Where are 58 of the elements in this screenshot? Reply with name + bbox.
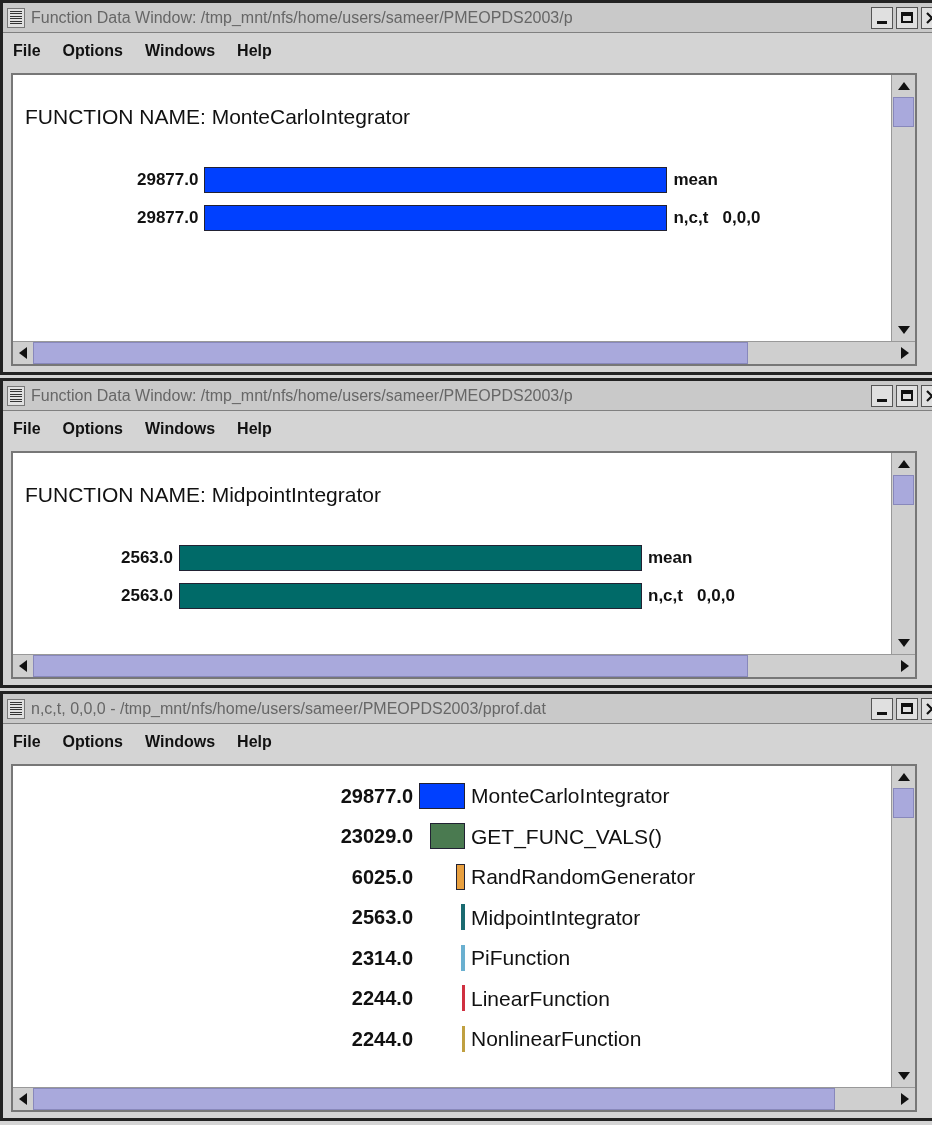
menu-item[interactable]: Options: [62, 417, 123, 441]
function-label: LinearFunction: [471, 985, 611, 1012]
vertical-scrollbar[interactable]: [891, 75, 915, 341]
menu-item[interactable]: Help: [237, 39, 272, 63]
function-label: MonteCarloIntegrator: [471, 783, 671, 809]
window-title: Function Data Window: /tmp_mnt/nfs/home/users/sameer/PMEOPDS2003/p: [31, 7, 574, 28]
value-label: 2244.0: [350, 986, 413, 1012]
value-label: 6025.0: [350, 864, 413, 890]
function-name: FUNCTION NAME: MonteCarloIntegrator: [25, 104, 412, 130]
maximize-button[interactable]: [896, 384, 918, 407]
minimize-button[interactable]: [871, 697, 893, 720]
function-label: RandRandomGenerator: [471, 864, 696, 890]
value-label: 2244.0: [350, 1026, 413, 1052]
maximize-button[interactable]: [896, 6, 918, 29]
bar-label: n,c,t 0,0,0: [648, 584, 735, 607]
menu-item[interactable]: Windows: [145, 417, 216, 441]
vertical-scrollbar[interactable]: [891, 453, 915, 654]
value-label: 29877.0: [137, 168, 199, 191]
scroll-thumb[interactable]: [33, 342, 749, 364]
function-name: FUNCTION NAME: MidpointIntegrator: [25, 482, 382, 508]
scroll-thumb[interactable]: [893, 788, 914, 818]
menu-item[interactable]: Help: [237, 730, 272, 754]
menu-item[interactable]: File: [13, 417, 41, 441]
window-title: Function Data Window: /tmp_mnt/nfs/home/users/sameer/PMEOPDS2003/p: [31, 385, 574, 406]
function-label: GET_FUNC_VALS(): [471, 823, 663, 851]
vertical-scrollbar[interactable]: [891, 766, 915, 1087]
value-label: 23029.0: [339, 824, 413, 850]
window-title: n,c,t, 0,0,0 - /tmp_mnt/nfs/home/users/sameer/PMEOPDS2003/pprof.dat: [31, 698, 547, 719]
bar-label: mean: [673, 168, 719, 191]
window-menu-icon[interactable]: [7, 7, 25, 28]
window-menu-icon[interactable]: [7, 385, 25, 406]
menu-item[interactable]: Windows: [145, 39, 216, 63]
menu-item[interactable]: Windows: [145, 730, 216, 754]
menu-item[interactable]: Options: [62, 39, 123, 63]
value-label: 29877.0: [339, 783, 413, 809]
minimize-button[interactable]: [871, 6, 893, 29]
maximize-button[interactable]: [896, 697, 918, 720]
value-label: 29877.0: [137, 206, 199, 229]
minimize-button[interactable]: [871, 384, 893, 407]
scroll-thumb[interactable]: [893, 97, 914, 127]
function-label: MidpointIntegrator: [471, 904, 642, 931]
scroll-thumb[interactable]: [33, 655, 749, 677]
horizontal-scrollbar[interactable]: [13, 654, 915, 677]
value-label: 2563.0: [121, 546, 173, 569]
bar-label: n,c,t 0,0,0: [673, 206, 761, 229]
scroll-thumb[interactable]: [893, 475, 914, 505]
function-label: PiFunction: [471, 945, 572, 971]
window-menu-icon[interactable]: [7, 698, 25, 719]
value-label: 2314.0: [350, 945, 413, 971]
menu-item[interactable]: Options: [62, 730, 123, 754]
menu-item[interactable]: File: [13, 730, 41, 754]
value-label: 2563.0: [121, 584, 173, 607]
function-label: NonlinearFunction: [471, 1026, 643, 1052]
menu-item[interactable]: File: [13, 39, 41, 63]
bar-label: mean: [648, 546, 694, 569]
horizontal-scrollbar[interactable]: [13, 341, 915, 364]
menu-item[interactable]: Help: [237, 417, 272, 441]
value-label: 2563.0: [350, 905, 413, 931]
